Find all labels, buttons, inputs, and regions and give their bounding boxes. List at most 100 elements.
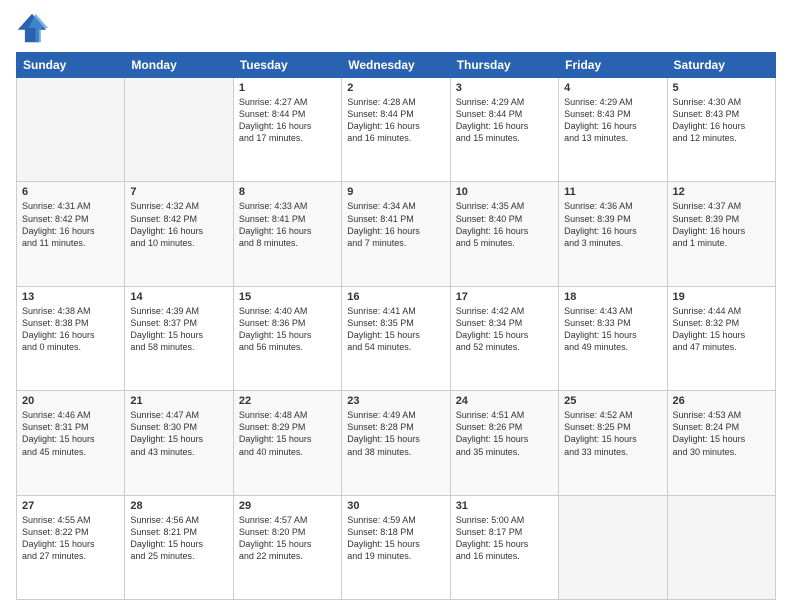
day-info: Sunrise: 4:29 AM Sunset: 8:43 PM Dayligh… xyxy=(564,96,661,145)
day-info: Sunrise: 4:53 AM Sunset: 8:24 PM Dayligh… xyxy=(673,409,770,458)
calendar-cell: 1Sunrise: 4:27 AM Sunset: 8:44 PM Daylig… xyxy=(233,78,341,182)
day-info: Sunrise: 4:55 AM Sunset: 8:22 PM Dayligh… xyxy=(22,514,119,563)
calendar-cell: 2Sunrise: 4:28 AM Sunset: 8:44 PM Daylig… xyxy=(342,78,450,182)
day-number: 17 xyxy=(456,291,553,303)
day-number: 19 xyxy=(673,291,770,303)
header xyxy=(16,12,776,44)
day-number: 6 xyxy=(22,186,119,198)
day-info: Sunrise: 4:32 AM Sunset: 8:42 PM Dayligh… xyxy=(130,200,227,249)
calendar-cell: 21 Sunrise: 4:47 AM Sunset: 8:30 PM Dayli… xyxy=(125,391,233,495)
day-number: 10 xyxy=(456,186,553,198)
day-number: 8 xyxy=(239,186,336,198)
weekday-header-row: SundayMondayTuesdayWednesdayThursdayFrid… xyxy=(17,53,776,78)
logo-icon xyxy=(16,12,48,44)
day-number: 11 xyxy=(564,186,661,198)
day-info: Sunrise: 4:43 AM Sunset: 8:33 PM Dayligh… xyxy=(564,305,661,354)
day-number: 29 xyxy=(239,500,336,512)
day-number: 20 xyxy=(22,395,119,407)
day-info: Sunrise: 4:37 AM Sunset: 8:39 PM Dayligh… xyxy=(673,200,770,249)
calendar-cell: 25 Sunrise: 4:52 AM Sunset: 8:25 PM Dayli… xyxy=(559,391,667,495)
day-number: 24 xyxy=(456,395,553,407)
calendar-cell: 11Sunrise: 4:36 AM Sunset: 8:39 PM Dayli… xyxy=(559,182,667,286)
calendar-cell: 3 Sunrise: 4:29 AM Sunset: 8:44 PM Daylig… xyxy=(450,78,558,182)
calendar-week-4: 27 Sunrise: 4:55 AM Sunset: 8:22 PM Dayli… xyxy=(17,495,776,599)
day-number: 18 xyxy=(564,291,661,303)
calendar-cell xyxy=(667,495,775,599)
day-info: Sunrise: 4:39 AM Sunset: 8:37 PM Dayligh… xyxy=(130,305,227,354)
day-number: 13 xyxy=(22,291,119,303)
calendar-cell: 23Sunrise: 4:49 AM Sunset: 8:28 PM Dayli… xyxy=(342,391,450,495)
day-info: Sunrise: 4:29 AM Sunset: 8:44 PM Dayligh… xyxy=(456,96,553,145)
day-number: 22 xyxy=(239,395,336,407)
calendar-cell: 7 Sunrise: 4:32 AM Sunset: 8:42 PM Daylig… xyxy=(125,182,233,286)
day-number: 7 xyxy=(130,186,227,198)
calendar-cell: 6 Sunrise: 4:31 AM Sunset: 8:42 PM Daylig… xyxy=(17,182,125,286)
day-number: 31 xyxy=(456,500,553,512)
calendar-cell: 16 Sunrise: 4:41 AM Sunset: 8:35 PM Dayli… xyxy=(342,286,450,390)
weekday-header-monday: Monday xyxy=(125,53,233,78)
calendar-cell: 18 Sunrise: 4:43 AM Sunset: 8:33 PM Dayli… xyxy=(559,286,667,390)
day-number: 15 xyxy=(239,291,336,303)
day-info: Sunrise: 4:33 AM Sunset: 8:41 PM Dayligh… xyxy=(239,200,336,249)
logo xyxy=(16,12,52,44)
day-number: 3 xyxy=(456,82,553,94)
weekday-header-wednesday: Wednesday xyxy=(342,53,450,78)
day-number: 12 xyxy=(673,186,770,198)
day-number: 4 xyxy=(564,82,661,94)
calendar-week-1: 6 Sunrise: 4:31 AM Sunset: 8:42 PM Daylig… xyxy=(17,182,776,286)
calendar-cell: 20Sunrise: 4:46 AM Sunset: 8:31 PM Dayli… xyxy=(17,391,125,495)
weekday-header-friday: Friday xyxy=(559,53,667,78)
calendar-cell: 10 Sunrise: 4:35 AM Sunset: 8:40 PM Dayli… xyxy=(450,182,558,286)
weekday-header-saturday: Saturday xyxy=(667,53,775,78)
calendar-table: SundayMondayTuesdayWednesdayThursdayFrid… xyxy=(16,52,776,600)
calendar-cell xyxy=(125,78,233,182)
day-info: Sunrise: 4:30 AM Sunset: 8:43 PM Dayligh… xyxy=(673,96,770,145)
day-info: Sunrise: 4:31 AM Sunset: 8:42 PM Dayligh… xyxy=(22,200,119,249)
day-info: Sunrise: 4:47 AM Sunset: 8:30 PM Dayligh… xyxy=(130,409,227,458)
weekday-header-tuesday: Tuesday xyxy=(233,53,341,78)
weekday-header-sunday: Sunday xyxy=(17,53,125,78)
day-info: Sunrise: 4:57 AM Sunset: 8:20 PM Dayligh… xyxy=(239,514,336,563)
calendar-cell: 14 Sunrise: 4:39 AM Sunset: 8:37 PM Dayli… xyxy=(125,286,233,390)
day-number: 30 xyxy=(347,500,444,512)
calendar-week-0: 1Sunrise: 4:27 AM Sunset: 8:44 PM Daylig… xyxy=(17,78,776,182)
day-info: Sunrise: 4:51 AM Sunset: 8:26 PM Dayligh… xyxy=(456,409,553,458)
day-number: 26 xyxy=(673,395,770,407)
calendar-cell: 30 Sunrise: 4:59 AM Sunset: 8:18 PM Dayli… xyxy=(342,495,450,599)
calendar-cell xyxy=(559,495,667,599)
day-number: 5 xyxy=(673,82,770,94)
day-number: 27 xyxy=(22,500,119,512)
calendar-cell: 27 Sunrise: 4:55 AM Sunset: 8:22 PM Dayli… xyxy=(17,495,125,599)
calendar-cell: 17 Sunrise: 4:42 AM Sunset: 8:34 PM Dayli… xyxy=(450,286,558,390)
page: SundayMondayTuesdayWednesdayThursdayFrid… xyxy=(0,0,792,612)
day-number: 25 xyxy=(564,395,661,407)
calendar-week-2: 13 Sunrise: 4:38 AM Sunset: 8:38 PM Dayli… xyxy=(17,286,776,390)
calendar-week-3: 20Sunrise: 4:46 AM Sunset: 8:31 PM Dayli… xyxy=(17,391,776,495)
calendar-cell: 12 Sunrise: 4:37 AM Sunset: 8:39 PM Dayli… xyxy=(667,182,775,286)
calendar-cell xyxy=(17,78,125,182)
day-number: 16 xyxy=(347,291,444,303)
day-info: Sunrise: 4:59 AM Sunset: 8:18 PM Dayligh… xyxy=(347,514,444,563)
day-info: Sunrise: 4:56 AM Sunset: 8:21 PM Dayligh… xyxy=(130,514,227,563)
day-number: 9 xyxy=(347,186,444,198)
day-info: Sunrise: 4:48 AM Sunset: 8:29 PM Dayligh… xyxy=(239,409,336,458)
day-info: Sunrise: 4:41 AM Sunset: 8:35 PM Dayligh… xyxy=(347,305,444,354)
day-info: Sunrise: 4:44 AM Sunset: 8:32 PM Dayligh… xyxy=(673,305,770,354)
day-info: Sunrise: 4:38 AM Sunset: 8:38 PM Dayligh… xyxy=(22,305,119,354)
day-number: 14 xyxy=(130,291,227,303)
calendar-cell: 24 Sunrise: 4:51 AM Sunset: 8:26 PM Dayli… xyxy=(450,391,558,495)
weekday-header-thursday: Thursday xyxy=(450,53,558,78)
calendar-cell: 28Sunrise: 4:56 AM Sunset: 8:21 PM Dayli… xyxy=(125,495,233,599)
calendar-cell: 4 Sunrise: 4:29 AM Sunset: 8:43 PM Daylig… xyxy=(559,78,667,182)
calendar-cell: 15 Sunrise: 4:40 AM Sunset: 8:36 PM Dayli… xyxy=(233,286,341,390)
day-info: Sunrise: 4:40 AM Sunset: 8:36 PM Dayligh… xyxy=(239,305,336,354)
calendar-cell: 9 Sunrise: 4:34 AM Sunset: 8:41 PM Daylig… xyxy=(342,182,450,286)
day-number: 23 xyxy=(347,395,444,407)
day-number: 21 xyxy=(130,395,227,407)
day-number: 2 xyxy=(347,82,444,94)
day-info: Sunrise: 4:35 AM Sunset: 8:40 PM Dayligh… xyxy=(456,200,553,249)
calendar-cell: 22 Sunrise: 4:48 AM Sunset: 8:29 PM Dayli… xyxy=(233,391,341,495)
day-info: Sunrise: 4:42 AM Sunset: 8:34 PM Dayligh… xyxy=(456,305,553,354)
day-info: Sunrise: 4:34 AM Sunset: 8:41 PM Dayligh… xyxy=(347,200,444,249)
day-info: Sunrise: 4:52 AM Sunset: 8:25 PM Dayligh… xyxy=(564,409,661,458)
